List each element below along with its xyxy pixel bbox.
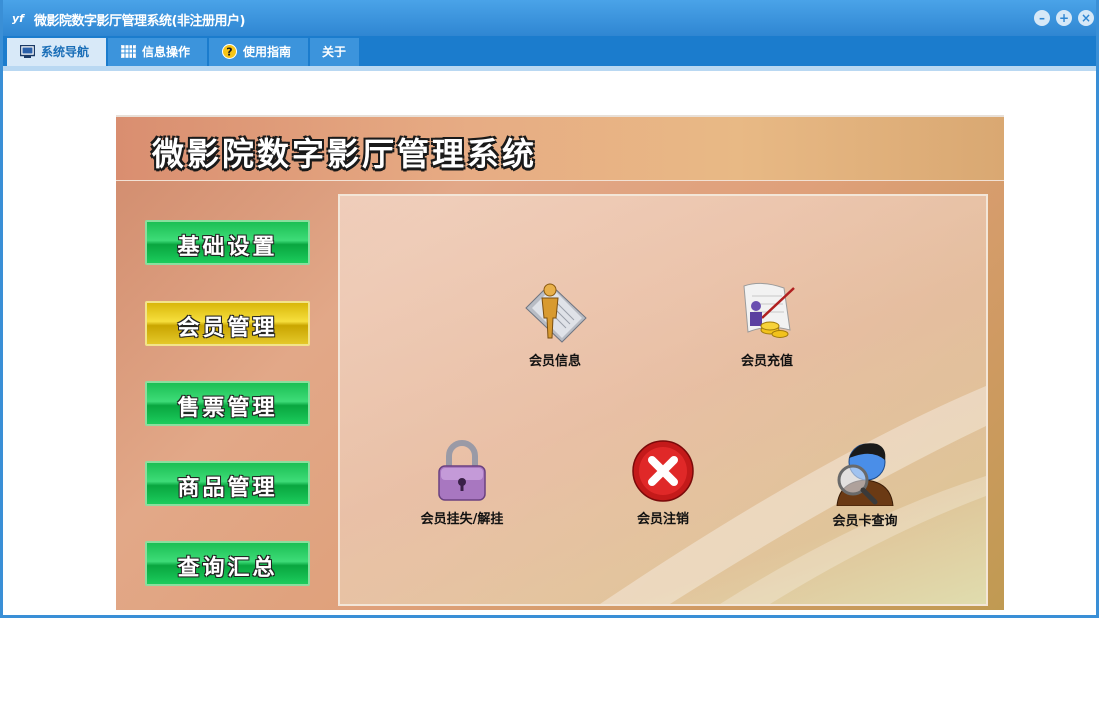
- func-member-info[interactable]: 会员信息: [480, 276, 630, 369]
- member-search-icon: [836, 443, 894, 506]
- tab-label: 关于: [322, 45, 347, 59]
- sidebar-item-label: 基础设置: [177, 235, 278, 260]
- help-icon: ?: [222, 44, 237, 59]
- cancel-icon: [632, 440, 694, 502]
- sidebar-item-ticket-management[interactable]: 售票管理: [145, 381, 310, 426]
- tab-label: 系统导航: [41, 45, 90, 59]
- lock-icon: [438, 440, 486, 501]
- window-title: 微影院数字影厅管理系统(非注册用户): [34, 14, 245, 29]
- func-label: 会员挂失/解挂: [420, 512, 504, 527]
- monitor-icon: [20, 45, 35, 58]
- sidebar-item-product-management[interactable]: 商品管理: [145, 461, 310, 506]
- func-member-card-query[interactable]: 会员卡查询: [790, 438, 940, 529]
- tab-about[interactable]: 关于: [310, 38, 360, 66]
- func-member-cancel[interactable]: 会员注销: [588, 438, 738, 527]
- tab-bar: 系统导航 信息操作 ? 使用指南 关于: [3, 36, 1096, 66]
- tab-label: 信息操作: [142, 45, 191, 59]
- app-logo-icon: yf: [12, 12, 24, 25]
- sidebar-item-label: 会员管理: [177, 316, 278, 341]
- main-window: yf 微影院数字影厅管理系统(非注册用户) – + × 系统导航 信息操作 ? …: [0, 0, 1099, 618]
- grid-icon: [121, 45, 136, 58]
- func-label: 会员信息: [528, 354, 581, 369]
- tab-system-navigation[interactable]: 系统导航: [7, 38, 107, 66]
- svg-text:?: ?: [226, 46, 232, 59]
- func-member-lost-report[interactable]: 会员挂失/解挂: [387, 438, 537, 527]
- member-recharge-icon: [743, 282, 795, 338]
- tab-bar-divider: [3, 66, 1096, 71]
- tab-label: 使用指南: [243, 45, 292, 59]
- sidebar-item-member-management[interactable]: 会员管理: [145, 301, 310, 346]
- background-swoosh: [600, 386, 986, 604]
- restore-icon[interactable]: +: [1056, 10, 1072, 26]
- navigation-panel: 微影院数字影厅管理系统 基础设置 会员管理 售票管理 商品管理 查询汇总 会员信…: [116, 115, 1004, 610]
- tab-user-guide[interactable]: ? 使用指南: [209, 38, 309, 66]
- sidebar-item-label: 商品管理: [177, 476, 278, 501]
- title-bar: yf 微影院数字影厅管理系统(非注册用户) – + ×: [3, 0, 1096, 36]
- tab-info-operation[interactable]: 信息操作: [108, 38, 208, 66]
- member-info-icon: [525, 283, 587, 343]
- close-icon[interactable]: ×: [1078, 10, 1094, 26]
- panel-header: 微影院数字影厅管理系统: [116, 117, 1004, 181]
- func-member-recharge[interactable]: 会员充值: [692, 276, 842, 369]
- function-area: 会员信息 会员充值 会员挂失/解挂 会员注销 会员卡查询: [338, 194, 988, 606]
- panel-title: 微影院数字影厅管理系统: [152, 135, 538, 173]
- func-label: 会员注销: [636, 512, 689, 527]
- func-label: 会员充值: [740, 354, 793, 369]
- func-label: 会员卡查询: [832, 514, 898, 529]
- sidebar-item-basic-settings[interactable]: 基础设置: [145, 220, 310, 265]
- sidebar-item-query-summary[interactable]: 查询汇总: [145, 541, 310, 586]
- minimize-icon[interactable]: –: [1034, 10, 1050, 26]
- sidebar-item-label: 查询汇总: [177, 556, 278, 581]
- sidebar-item-label: 售票管理: [177, 396, 278, 421]
